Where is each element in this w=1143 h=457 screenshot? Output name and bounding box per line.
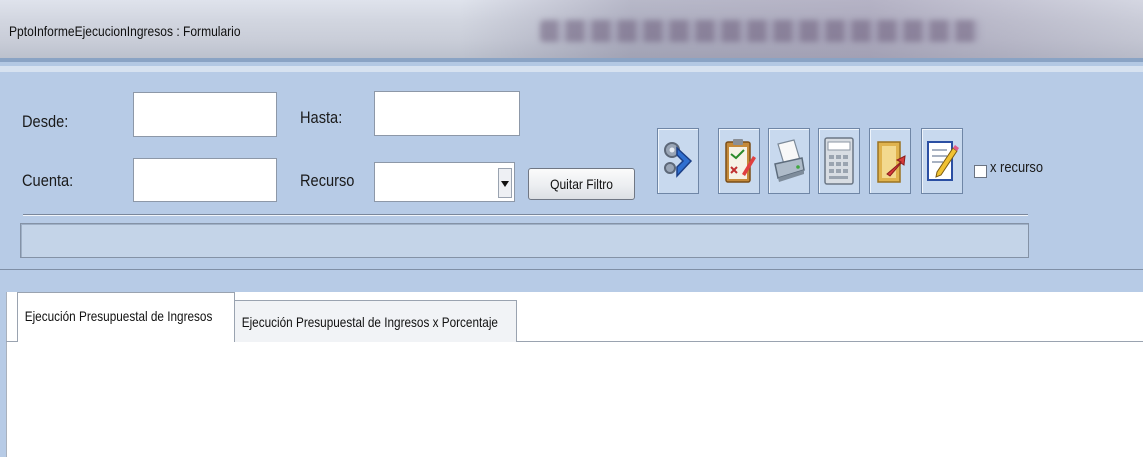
tab-ejecucion-porcentaje[interactable]: Ejecución Presupuestal de Ingresos x Por… [234,300,517,342]
progress-bar [20,223,1029,258]
quitar-filtro-button[interactable]: Quitar Filtro [528,168,635,200]
clipboard-edit-button[interactable] [718,128,760,194]
calculator-button[interactable] [818,128,860,194]
run-report-button[interactable] [657,128,699,194]
edit-document-icon [927,141,959,181]
x-recurso-checkbox[interactable] [974,165,987,178]
tab-label: Ejecución Presupuestal de Ingresos x Por… [241,314,498,330]
hasta-label: Hasta: [300,108,343,127]
tab-label: Ejecución Presupuestal de Ingresos [24,308,213,324]
dropdown-arrow-icon[interactable] [498,168,512,198]
title-bar-blurred-text [540,20,980,42]
calculator-icon [824,137,854,185]
hasta-input[interactable] [374,91,520,136]
tab-ejecucion-presupuestal[interactable]: Ejecución Presupuestal de Ingresos [17,292,235,342]
quitar-filtro-label: Quitar Filtro [550,176,613,192]
cuenta-input[interactable] [133,158,277,202]
separator-line [23,214,1028,216]
recurso-label: Recurso [300,171,355,190]
window-title: PptoInformeEjecucionIngresos : Formulari… [9,23,241,39]
printer-icon [774,139,805,182]
panel-top-stripe [0,66,1143,72]
edit-document-button[interactable] [921,128,963,194]
title-bar: PptoInformeEjecucionIngresos : Formulari… [0,0,1143,58]
export-button[interactable] [869,128,911,194]
desde-label: Desde: [22,112,69,131]
tabs-area [0,270,1143,292]
export-folder-icon [877,141,906,183]
x-recurso-label: x recurso [990,159,1044,176]
cuenta-label: Cuenta: [22,171,74,190]
recurso-dropdown[interactable] [374,162,515,202]
run-gears-icon [664,142,693,178]
desde-input[interactable] [133,92,277,137]
print-button[interactable] [768,128,810,194]
clipboard-edit-icon [725,139,756,183]
